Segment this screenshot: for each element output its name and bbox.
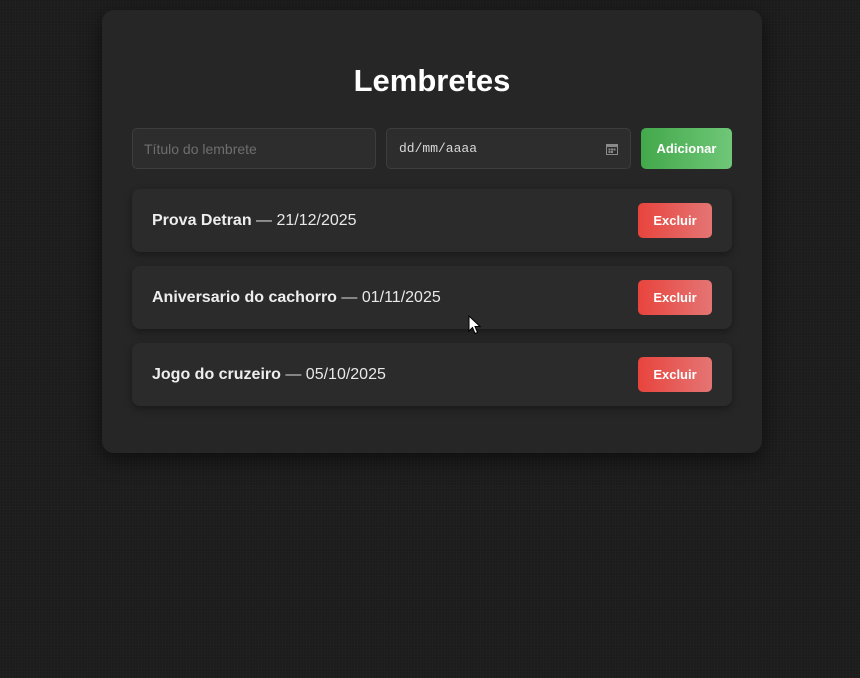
reminder-list: Prova Detran — 21/12/2025 Excluir Aniver…	[132, 189, 732, 420]
add-button[interactable]: Adicionar	[641, 128, 732, 169]
delete-button[interactable]: Excluir	[638, 357, 712, 392]
page-title: Lembretes	[353, 63, 511, 98]
mouse-cursor-icon	[468, 315, 482, 335]
reminder-item: Prova Detran — 21/12/2025 Excluir	[132, 189, 732, 252]
reminder-date: 21/12/2025	[276, 211, 357, 229]
delete-button[interactable]: Excluir	[638, 203, 712, 238]
reminder-date: 01/11/2025	[361, 288, 441, 306]
date-placeholder: dd/mm/aaaa	[399, 141, 478, 156]
reminder-title: Jogo do cruzeiro	[152, 365, 281, 383]
reminder-item: Jogo do cruzeiro — 05/10/2025 Excluir	[132, 343, 732, 406]
delete-button[interactable]: Excluir	[638, 280, 712, 315]
reminder-separator: —	[280, 365, 306, 383]
reminder-separator: —	[251, 211, 277, 229]
reminder-text: Jogo do cruzeiro — 05/10/2025	[152, 366, 386, 384]
reminder-title: Aniversario do cachorro	[152, 288, 337, 306]
reminder-separator: —	[336, 288, 362, 306]
reminder-item: Aniversario do cachorro — 01/11/2025 Exc…	[132, 266, 732, 329]
reminders-card: Lembretes dd/mm/aaaa Adicionar Prova D	[102, 10, 762, 453]
calendar-icon[interactable]	[606, 143, 618, 155]
reminder-date-input[interactable]: dd/mm/aaaa	[386, 128, 631, 169]
reminder-text: Prova Detran — 21/12/2025	[152, 212, 357, 230]
add-reminder-form: dd/mm/aaaa Adicionar	[132, 128, 732, 169]
reminder-date: 05/10/2025	[305, 365, 386, 383]
reminder-title-input[interactable]	[132, 128, 376, 169]
reminder-text: Aniversario do cachorro — 01/11/2025	[152, 289, 441, 307]
reminder-title: Prova Detran	[152, 211, 252, 229]
page-background: Lembretes dd/mm/aaaa Adicionar Prova D	[0, 0, 860, 678]
